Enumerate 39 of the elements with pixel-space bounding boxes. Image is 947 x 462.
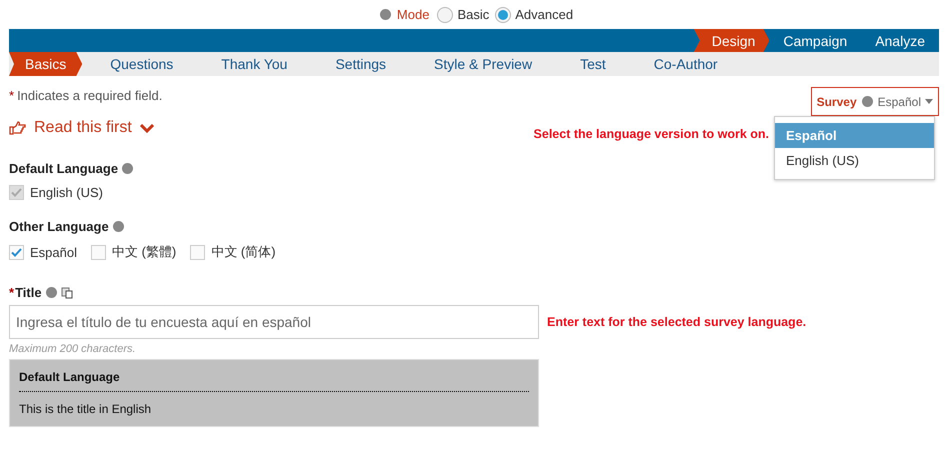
main-tab[interactable]: Analyze bbox=[861, 29, 939, 52]
sub-tab[interactable]: Style & Preview bbox=[410, 52, 556, 76]
required-mark: * bbox=[9, 285, 14, 300]
field-note: Maximum 200 characters. bbox=[9, 343, 137, 355]
required-note: Indicates a required field. bbox=[17, 88, 162, 103]
mode-radio[interactable]: Advanced bbox=[495, 6, 574, 22]
section-label: Default Language bbox=[9, 161, 118, 176]
menu-item[interactable]: English (US) bbox=[775, 148, 934, 173]
field-label: Title bbox=[15, 285, 42, 300]
panel-heading: Default Language bbox=[19, 370, 529, 392]
sub-tab[interactable]: Co-Author bbox=[630, 52, 742, 76]
chevron-down-icon[interactable] bbox=[140, 124, 154, 132]
read-first-link[interactable]: Read this first bbox=[34, 119, 132, 137]
section-label: Other Language bbox=[9, 219, 109, 234]
pointing-hand-icon bbox=[9, 121, 26, 135]
mode-radio[interactable]: Basic bbox=[437, 6, 490, 22]
language-dropdown[interactable]: Español bbox=[878, 94, 933, 108]
instruction-text: Select the language version to work on. bbox=[534, 127, 769, 141]
sub-tab[interactable]: Test bbox=[556, 52, 630, 76]
required-mark: * bbox=[9, 88, 14, 103]
sub-tab[interactable]: Settings bbox=[311, 52, 410, 76]
panel-text: This is the title in English bbox=[19, 402, 152, 416]
checkbox-label: Español bbox=[30, 244, 77, 260]
main-tab[interactable]: Campaign bbox=[769, 29, 862, 52]
caret-icon bbox=[925, 99, 933, 104]
selector-label: Survey bbox=[816, 94, 857, 108]
instruction-text: Enter text for the selected survey language. bbox=[547, 315, 806, 329]
mode-label: Mode bbox=[396, 7, 430, 22]
sub-tab[interactable]: Thank You bbox=[197, 52, 312, 76]
sub-tab[interactable]: Questions bbox=[86, 52, 198, 76]
checkbox[interactable] bbox=[90, 244, 106, 260]
checkbox[interactable] bbox=[9, 244, 24, 260]
checkbox-label: 中文 (简体) bbox=[211, 243, 276, 261]
main-tab[interactable]: Design bbox=[694, 29, 770, 52]
checkbox-label: English (US) bbox=[30, 185, 103, 200]
checkbox[interactable] bbox=[190, 244, 206, 260]
checkbox-label: 中文 (繁體) bbox=[112, 243, 176, 261]
sub-tab[interactable]: Basics bbox=[9, 52, 82, 76]
title-input-field[interactable]: Ingresa el título de tu encuesta aquí en español bbox=[9, 305, 539, 339]
